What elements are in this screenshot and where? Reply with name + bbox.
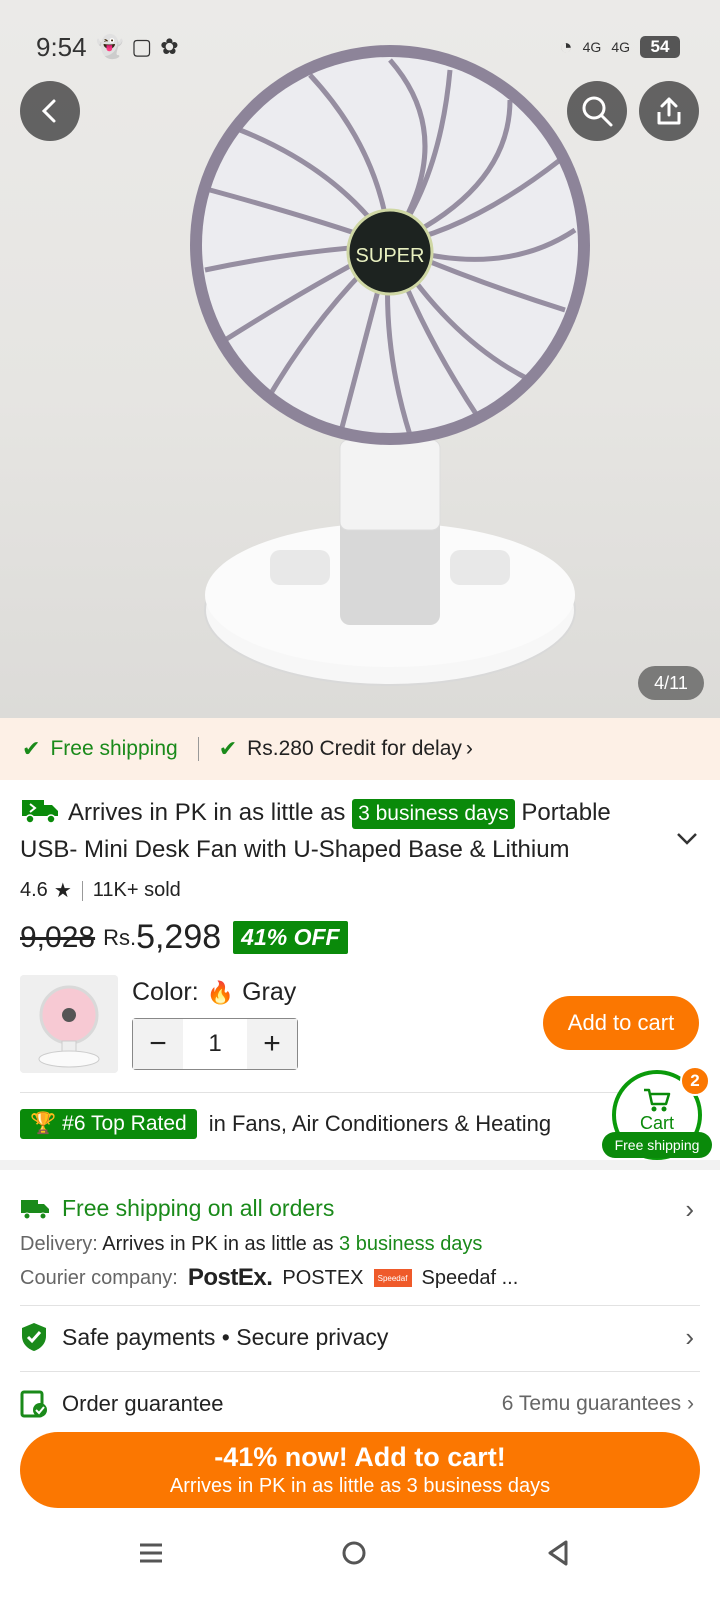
divider (197, 737, 199, 761)
status-time: 9:54 (36, 32, 87, 62)
color-selector[interactable]: Color: 🔥 Gray (132, 978, 296, 1007)
chevron-right-icon: › (685, 1194, 694, 1224)
quantity-stepper[interactable]: − 1 + (132, 1018, 298, 1070)
divider (81, 880, 83, 901)
chevron-right-icon: › (685, 1322, 694, 1352)
divider (20, 1092, 700, 1093)
color-label: Color: (132, 978, 199, 1006)
sale-price: 5,298 (136, 918, 222, 956)
guarantee-count: 6 Temu guarantees › (501, 1392, 694, 1415)
trophy-icon: 🏆 (30, 1112, 57, 1135)
shipping-banner[interactable]: ✔ Free shipping ✔ Rs.280 Credit for dela… (0, 718, 720, 780)
image-counter: 4/11 (638, 666, 704, 700)
share-icon (657, 97, 681, 125)
speedaf-name: Speedaf ... (421, 1266, 519, 1289)
cart-label: Cart (639, 1112, 674, 1133)
product-image: SUPER (190, 45, 590, 686)
system-nav-bar (0, 1520, 720, 1600)
guarantee-icon (20, 1390, 47, 1418)
snapchat-icon: 👻 (96, 34, 124, 59)
chevron-left-icon (41, 99, 56, 123)
cta-main-text: -41% now! Add to cart! (214, 1442, 506, 1472)
section-separator (0, 1160, 720, 1170)
check-icon: ✔ (218, 736, 238, 761)
delivery-text: Arrives in PK in as little as (102, 1233, 334, 1255)
cart-icon (644, 1088, 671, 1111)
battery-icon: 54 (640, 36, 680, 58)
star-icon: ★ (53, 880, 72, 902)
rating-row[interactable]: 4.6 ★ 11K+ sold (20, 878, 181, 903)
top-rated-row[interactable]: 🏆 #6 Top Rated in Fans, Air Conditioners… (20, 1109, 551, 1139)
chevron-right-icon: › (465, 737, 473, 760)
credit-delay-label: Rs.280 Credit for delay (247, 737, 462, 760)
share-button[interactable] (639, 81, 699, 141)
order-guarantee-row[interactable]: Order guarantee 6 Temu guarantees › (20, 1390, 700, 1418)
original-price: 9,028 (20, 920, 96, 954)
decrease-quantity-button[interactable]: − (133, 1019, 183, 1069)
floating-cart-button[interactable]: Cart 2 Free shipping (602, 1066, 712, 1160)
search-icon (582, 96, 613, 127)
rating-value: 4.6 (20, 879, 48, 901)
signal-icon-1: 4G (582, 39, 602, 55)
instagram-icon: ▢ (131, 34, 153, 59)
top-rated-label: #6 Top Rated (62, 1112, 187, 1135)
courier-line: Courier company: PostEx. POSTEX Speedaf … (20, 1264, 518, 1292)
quantity-value[interactable]: 1 (183, 1019, 247, 1069)
discount-badge: 41% OFF (233, 921, 348, 954)
product-image-gallery[interactable]: SUPER 9:54 👻 ▢ ✿ ◔ 4G 4G 54 4/11 (0, 0, 720, 718)
top-rated-category: in Fans, Air Conditioners & Heating (208, 1111, 552, 1136)
free-shipping-label: Free shipping (50, 737, 178, 760)
divider (20, 1305, 700, 1306)
free-shipping-all-label: Free shipping on all orders (62, 1195, 335, 1221)
divider (20, 1371, 700, 1372)
pinwheel-icon: ✿ (160, 34, 179, 59)
courier-label: Courier company: (20, 1266, 178, 1289)
business-days-badge: 3 business days (352, 799, 515, 829)
status-bar: 9:54 👻 ▢ ✿ ◔ 4G 4G 54 (0, 0, 720, 90)
postex-name: POSTEX (282, 1266, 364, 1289)
cart-free-shipping: Free shipping (602, 1132, 712, 1158)
status-system-icons: ◔ 4G 4G 54 (559, 34, 680, 60)
delivery-days: 3 business days (339, 1233, 483, 1255)
safe-payments-label: Safe payments • Secure privacy (62, 1323, 389, 1350)
shipping-info-row[interactable]: Free shipping on all orders (20, 1195, 334, 1222)
title-line2: USB- Mini Desk Fan with U-Shaped Base & … (20, 836, 570, 863)
cta-sub-text: Arrives in PK in as little as 3 business… (169, 1475, 551, 1497)
home-icon[interactable] (341, 1540, 367, 1566)
truck-icon (21, 1199, 49, 1219)
bottom-add-to-cart-button[interactable]: -41% now! Add to cart! Arrives in PK in … (20, 1432, 700, 1508)
arrives-prefix: Arrives in PK in as little as (68, 799, 346, 826)
back-button[interactable] (20, 81, 80, 141)
expand-title-icon[interactable] (676, 832, 698, 846)
add-to-cart-button[interactable]: Add to cart (543, 996, 699, 1050)
color-value: Gray (242, 978, 297, 1006)
variant-thumbnail[interactable] (20, 975, 118, 1073)
speedaf-logo: Speedaf (373, 1269, 412, 1287)
postex-logo: PostEx. (187, 1264, 273, 1291)
currency: Rs. (103, 924, 137, 950)
status-notification-icons: 👻 ▢ ✿ (96, 34, 179, 60)
variant-image (20, 975, 118, 1073)
title-line1: Portable (521, 799, 611, 826)
safe-payments-row[interactable]: Safe payments • Secure privacy (20, 1322, 388, 1352)
increase-quantity-button[interactable]: + (247, 1019, 297, 1069)
top-rated-badge: 🏆 #6 Top Rated (20, 1109, 197, 1139)
recent-apps-icon[interactable] (138, 1540, 164, 1566)
order-guarantee-label: Order guarantee (62, 1391, 224, 1416)
shield-check-icon (22, 1323, 46, 1351)
fast-truck-icon (22, 800, 58, 824)
check-icon: ✔ (22, 736, 41, 761)
product-title[interactable]: Arrives in PK in as little as 3 business… (20, 794, 670, 868)
flame-icon: 🔥 (206, 979, 235, 1005)
signal-icon-2: 4G (611, 39, 630, 55)
search-button[interactable] (567, 81, 627, 141)
price-row: 9,028 Rs. 5,298 41% OFF (20, 918, 348, 957)
delivery-label: Delivery: (20, 1233, 98, 1255)
delivery-line: Delivery: Arrives in PK in as little as … (20, 1233, 482, 1256)
wifi-icon: ◔ (559, 34, 573, 59)
back-nav-icon[interactable] (545, 1540, 571, 1566)
cart-count-badge: 2 (680, 1066, 710, 1096)
sold-count: 11K+ sold (92, 879, 181, 901)
fan-logo-text: SUPER (356, 245, 425, 267)
